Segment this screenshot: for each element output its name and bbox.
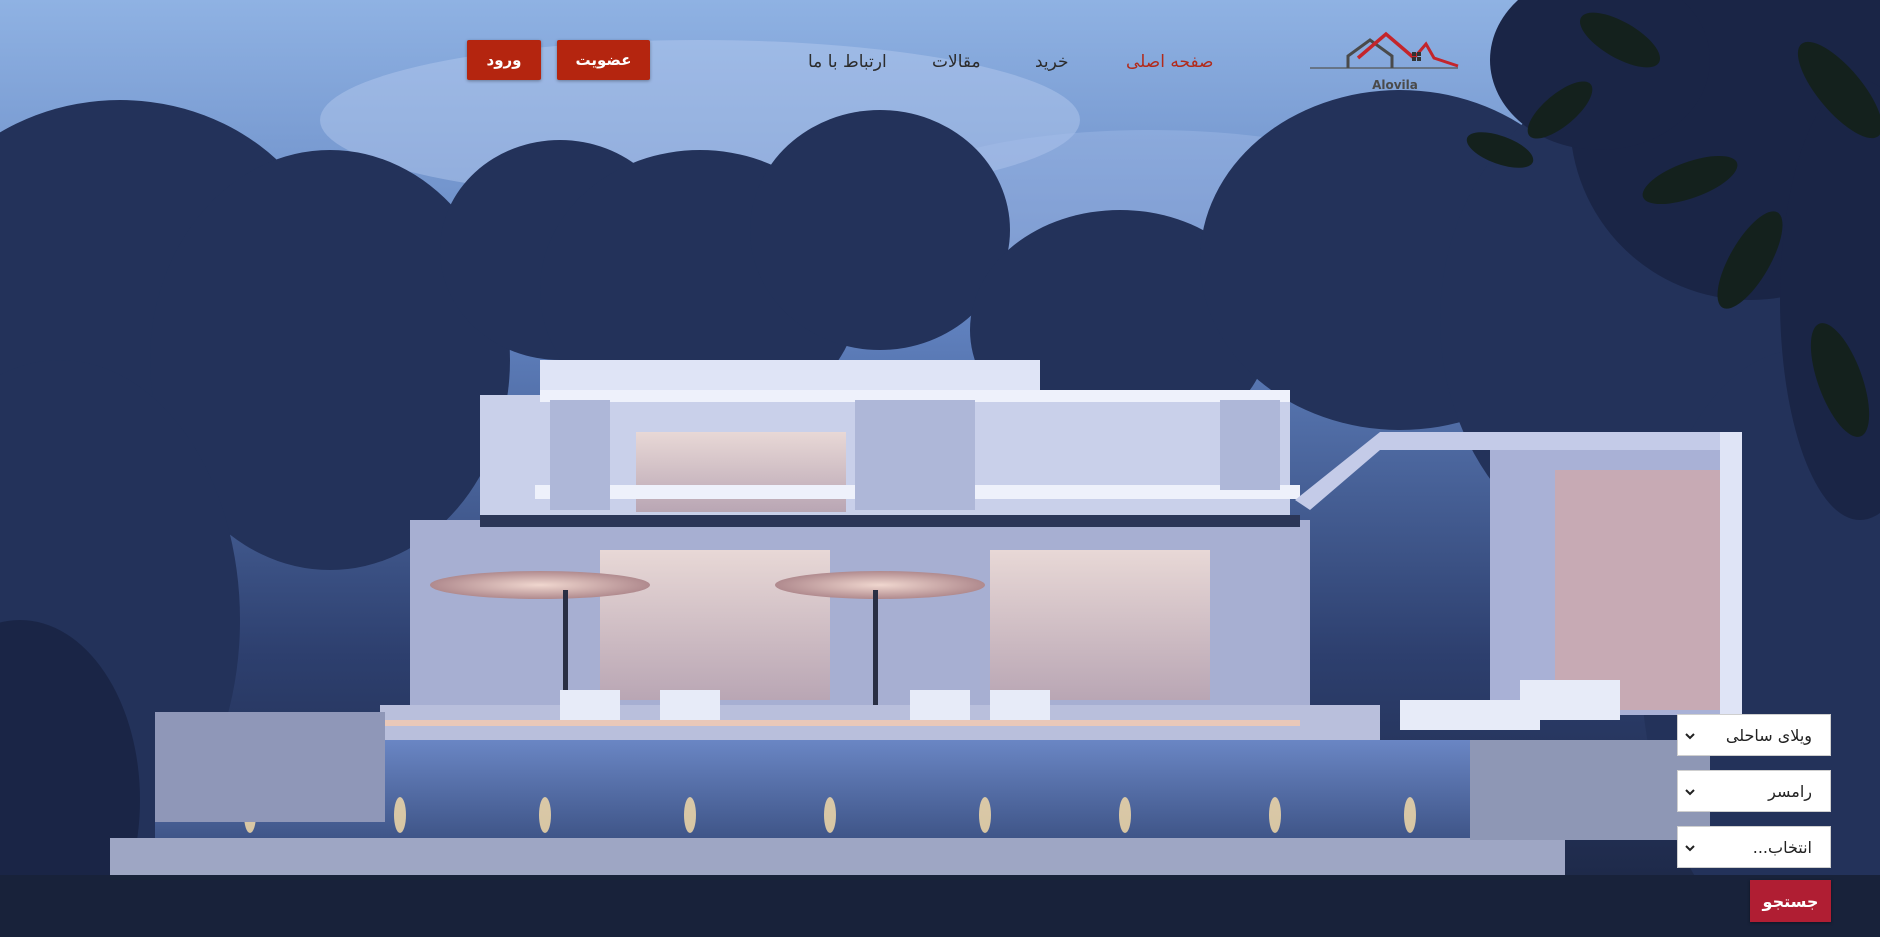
city-value: رامسر [1768, 782, 1812, 801]
city-select[interactable]: رامسر [1677, 770, 1831, 812]
nav-articles-link[interactable]: مقالات [932, 52, 981, 72]
property-type-select[interactable]: ویلای ساحلی [1677, 714, 1831, 756]
brand-name: Alovila [1372, 78, 1418, 92]
nav-home-link[interactable]: صفحه اصلی [1126, 52, 1213, 72]
hero-background-image [0, 0, 1880, 937]
villa-night-scene [0, 0, 1880, 937]
login-button[interactable]: ورود [467, 40, 541, 80]
signup-button[interactable]: عضویت [557, 40, 650, 80]
option-value: انتخاب... [1752, 838, 1812, 857]
chevron-down-icon [1685, 733, 1695, 740]
nav-contact-link[interactable]: ارتباط با ما [808, 52, 887, 72]
chevron-down-icon [1685, 789, 1695, 796]
option-select[interactable]: انتخاب... [1677, 826, 1831, 868]
nav-buy-link[interactable]: خرید [1035, 52, 1069, 72]
chevron-down-icon [1685, 845, 1695, 852]
property-type-value: ویلای ساحلی [1725, 726, 1812, 745]
search-button[interactable]: جستجو [1750, 880, 1831, 922]
